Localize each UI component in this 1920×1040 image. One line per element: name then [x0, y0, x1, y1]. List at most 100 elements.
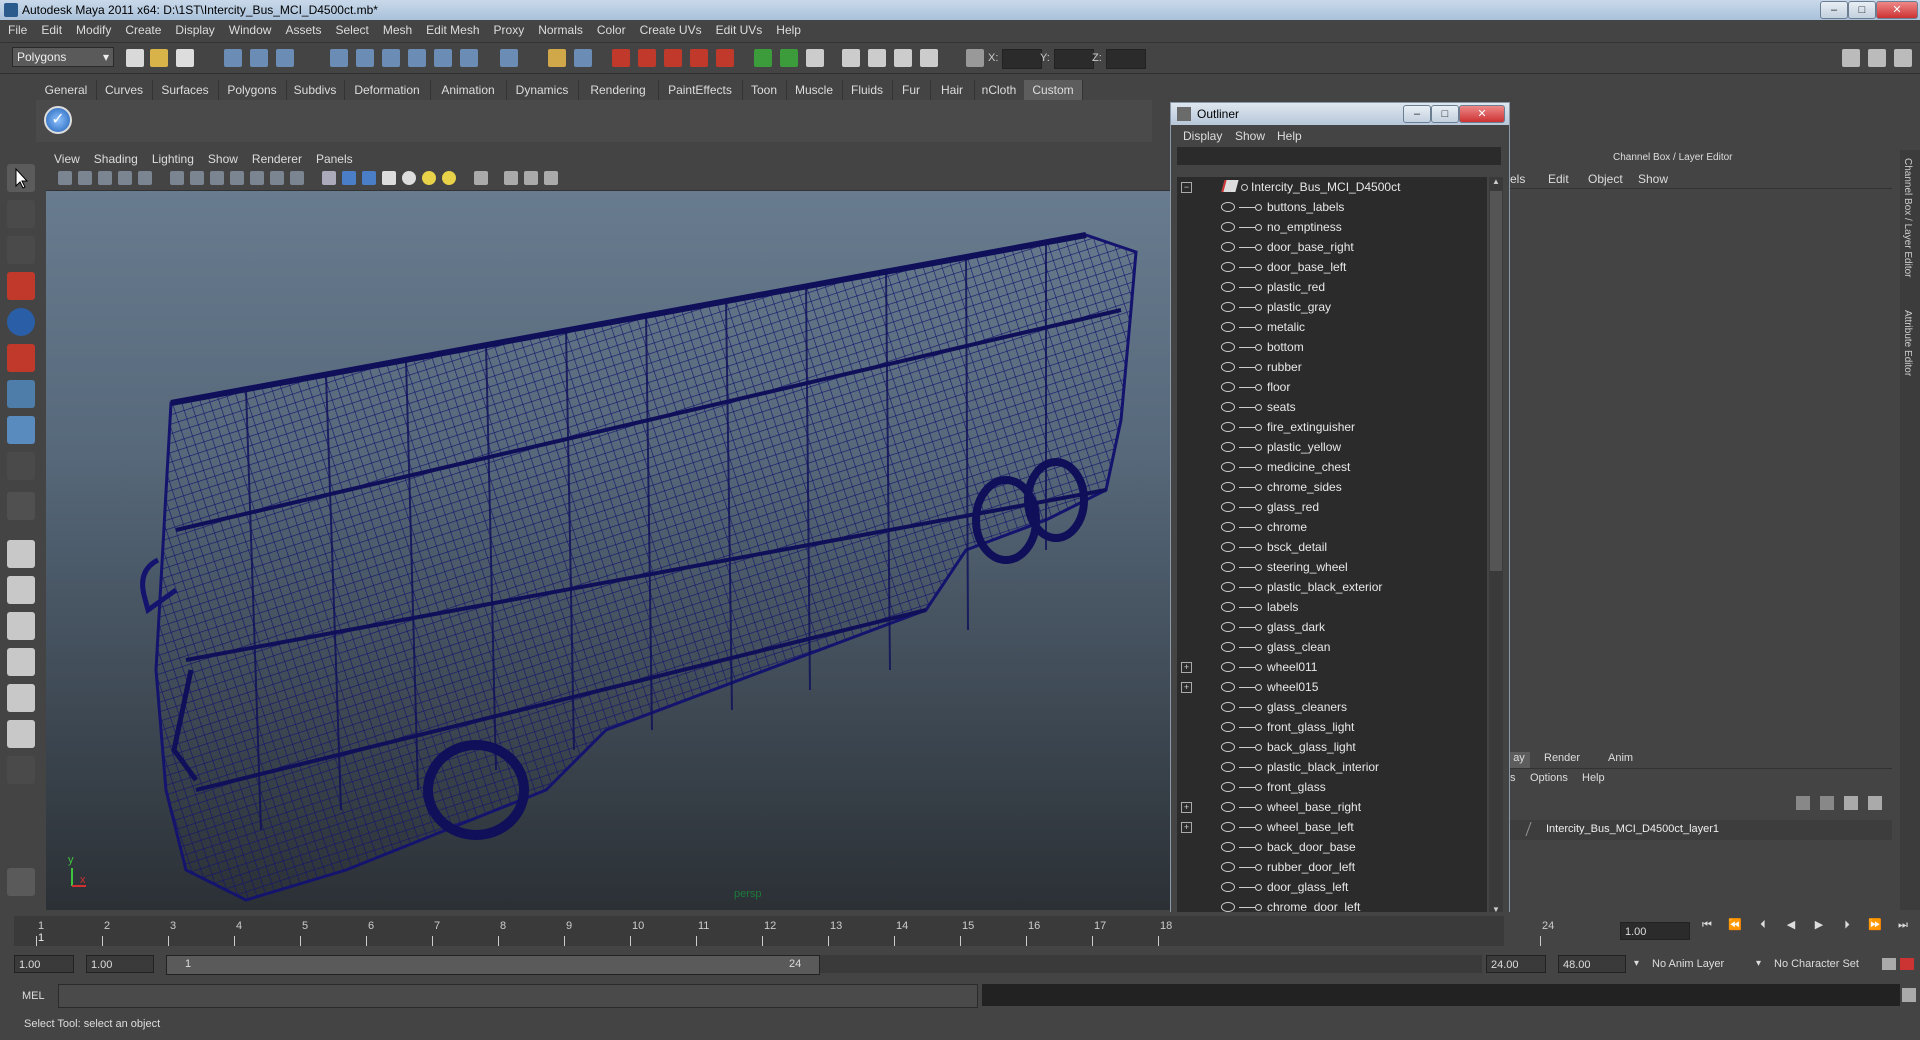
menu-select[interactable]: Select [327, 20, 374, 37]
auto-key-icon[interactable] [1882, 958, 1896, 970]
open-scene-icon[interactable] [150, 49, 168, 67]
select-hierarchy-icon[interactable] [224, 49, 242, 67]
layer-menu-options[interactable]: Options [1530, 772, 1568, 784]
outliner-item[interactable]: back_glass_light [1177, 737, 1487, 757]
outliner-item[interactable]: + wheel_base_left [1177, 817, 1487, 837]
shelf-tab-ncloth[interactable]: nCloth [974, 80, 1025, 100]
viewport-menu-show[interactable]: Show [200, 150, 244, 166]
close-button[interactable]: ✕ [1876, 1, 1918, 19]
outliner-item[interactable]: glass_dark [1177, 617, 1487, 637]
menu-mesh[interactable]: Mesh [375, 20, 418, 37]
channel-box-menu-channels[interactable]: els [1510, 172, 1525, 186]
outliner-item[interactable]: metalic [1177, 317, 1487, 337]
outliner-item[interactable]: plastic_red [1177, 277, 1487, 297]
layer-row[interactable]: Intercity_Bus_MCI_D4500ct_layer1 [1508, 820, 1892, 840]
frame-selected-icon[interactable] [544, 171, 558, 185]
menu-assets[interactable]: Assets [277, 20, 327, 37]
outliner-close-button[interactable]: ✕ [1459, 105, 1505, 123]
texture-icon[interactable] [290, 171, 304, 185]
outliner-item[interactable]: + wheel_base_right [1177, 797, 1487, 817]
all-lights-icon[interactable] [422, 171, 436, 185]
render-view-icon[interactable] [868, 49, 886, 67]
range-slider-remaining[interactable] [820, 955, 1482, 973]
single-pane-layout-icon[interactable] [7, 540, 35, 568]
snap-curve-icon[interactable] [356, 49, 374, 67]
wireframe-on-shaded-icon[interactable] [362, 171, 376, 185]
outliner-item[interactable]: bsck_detail [1177, 537, 1487, 557]
menu-help[interactable]: Help [768, 20, 807, 37]
paint-select-tool-icon[interactable] [7, 236, 35, 264]
shelf-tab-subdivs[interactable]: Subdivs [286, 80, 345, 100]
gate-mask-icon[interactable] [190, 171, 204, 185]
viewport-menu-view[interactable]: View [46, 150, 86, 166]
side-tab-attribute-editor[interactable]: Attribute Editor [1902, 310, 1913, 376]
z-field[interactable] [1106, 49, 1146, 69]
outliner-persp-layout-icon[interactable] [7, 612, 35, 640]
outliner-item[interactable]: plastic_black_interior [1177, 757, 1487, 777]
outliner-item[interactable]: glass_red [1177, 497, 1487, 517]
persp-graph-layout-icon[interactable] [7, 648, 35, 676]
shelf-tab-polygons[interactable]: Polygons [218, 80, 287, 100]
menu-window[interactable]: Window [221, 20, 278, 37]
new-layer-icon[interactable] [1796, 796, 1810, 810]
range-slider-bar[interactable]: 1 24 [166, 955, 820, 975]
outliner-vertical-scrollbar[interactable]: ▲ ▼ [1489, 177, 1503, 917]
outliner-item[interactable]: chrome_sides [1177, 477, 1487, 497]
magnet-icon[interactable] [690, 49, 708, 67]
soft-mod-tool-icon[interactable] [7, 416, 35, 444]
wireframe-icon[interactable] [322, 171, 336, 185]
selection-mask-icon[interactable] [574, 49, 592, 67]
viewport-menu-renderer[interactable]: Renderer [244, 150, 308, 166]
menu-file[interactable]: File [0, 20, 33, 37]
field-chart-icon[interactable] [210, 171, 224, 185]
time-slider[interactable]: 1 2 3 4 5 6 7 8 9 10 11 12 13 14 15 16 17 18 24 1 1.00 ⏮ ⏪ … [0, 912, 1920, 950]
character-set-selector[interactable]: No Character Set [1770, 955, 1880, 973]
outliner-item[interactable]: steering_wheel [1177, 557, 1487, 577]
x-field[interactable] [1002, 49, 1042, 69]
layer-menu-layers[interactable]: s [1510, 772, 1516, 784]
outliner-root-item[interactable]: − Intercity_Bus_MCI_D4500ct [1177, 177, 1487, 197]
ipr-render-icon[interactable] [780, 49, 798, 67]
outliner-layout-icon[interactable] [7, 720, 35, 748]
rotate-tool-icon[interactable] [7, 308, 35, 336]
make-live-icon[interactable] [716, 49, 734, 67]
outliner-item[interactable]: plastic_black_exterior [1177, 577, 1487, 597]
outliner-item[interactable]: back_door_base [1177, 837, 1487, 857]
textured-icon[interactable] [382, 171, 396, 185]
select-component-icon[interactable] [276, 49, 294, 67]
outliner-item[interactable]: fire_extinguisher [1177, 417, 1487, 437]
layer-tab-anim[interactable]: Anim [1608, 752, 1633, 764]
script-editor-icon[interactable] [894, 49, 912, 67]
viewport-menu-shading[interactable]: Shading [86, 150, 144, 166]
manipulator-tool-icon[interactable] [7, 380, 35, 408]
four-pane-layout-icon[interactable] [7, 576, 35, 604]
menu-display[interactable]: Display [167, 20, 220, 37]
outliner-item[interactable]: rubber_door_left [1177, 857, 1487, 877]
outliner-item[interactable]: door_base_right [1177, 237, 1487, 257]
shelf-tab-custom[interactable]: Custom [1024, 80, 1083, 100]
perspective-viewport[interactable]: View Shading Lighting Show Renderer Panels [46, 150, 1172, 910]
anim-layer-chevron-icon[interactable]: ▾ [1634, 958, 1639, 969]
scroll-up-icon[interactable]: ▲ [1490, 177, 1502, 189]
menu-edit-uvs[interactable]: Edit UVs [708, 20, 769, 37]
outliner-item[interactable]: plastic_yellow [1177, 437, 1487, 457]
channel-box-menu-object[interactable]: Object [1588, 172, 1623, 186]
menu-normals[interactable]: Normals [530, 20, 589, 37]
outliner-item[interactable]: chrome [1177, 517, 1487, 537]
outliner-maximize-button[interactable]: □ [1431, 105, 1459, 123]
default-light-icon[interactable] [402, 171, 416, 185]
outliner-item[interactable]: plastic_gray [1177, 297, 1487, 317]
animation-prefs-icon[interactable] [1900, 958, 1914, 970]
go-to-start-icon[interactable]: ⏮ [1700, 918, 1714, 932]
isolate-select-icon[interactable] [474, 171, 488, 185]
outliner-item[interactable]: front_glass_light [1177, 717, 1487, 737]
snap-plane-icon[interactable] [408, 49, 426, 67]
collapse-icon[interactable]: − [1181, 182, 1192, 193]
channel-box-menu-edit[interactable]: Edit [1548, 172, 1569, 186]
render-current-icon[interactable] [754, 49, 772, 67]
outliner-item[interactable]: rubber [1177, 357, 1487, 377]
snap-help-icon[interactable] [500, 49, 518, 67]
snap-grid-icon[interactable] [330, 49, 348, 67]
shadows-icon[interactable] [442, 171, 456, 185]
outliner-item[interactable]: glass_clean [1177, 637, 1487, 657]
